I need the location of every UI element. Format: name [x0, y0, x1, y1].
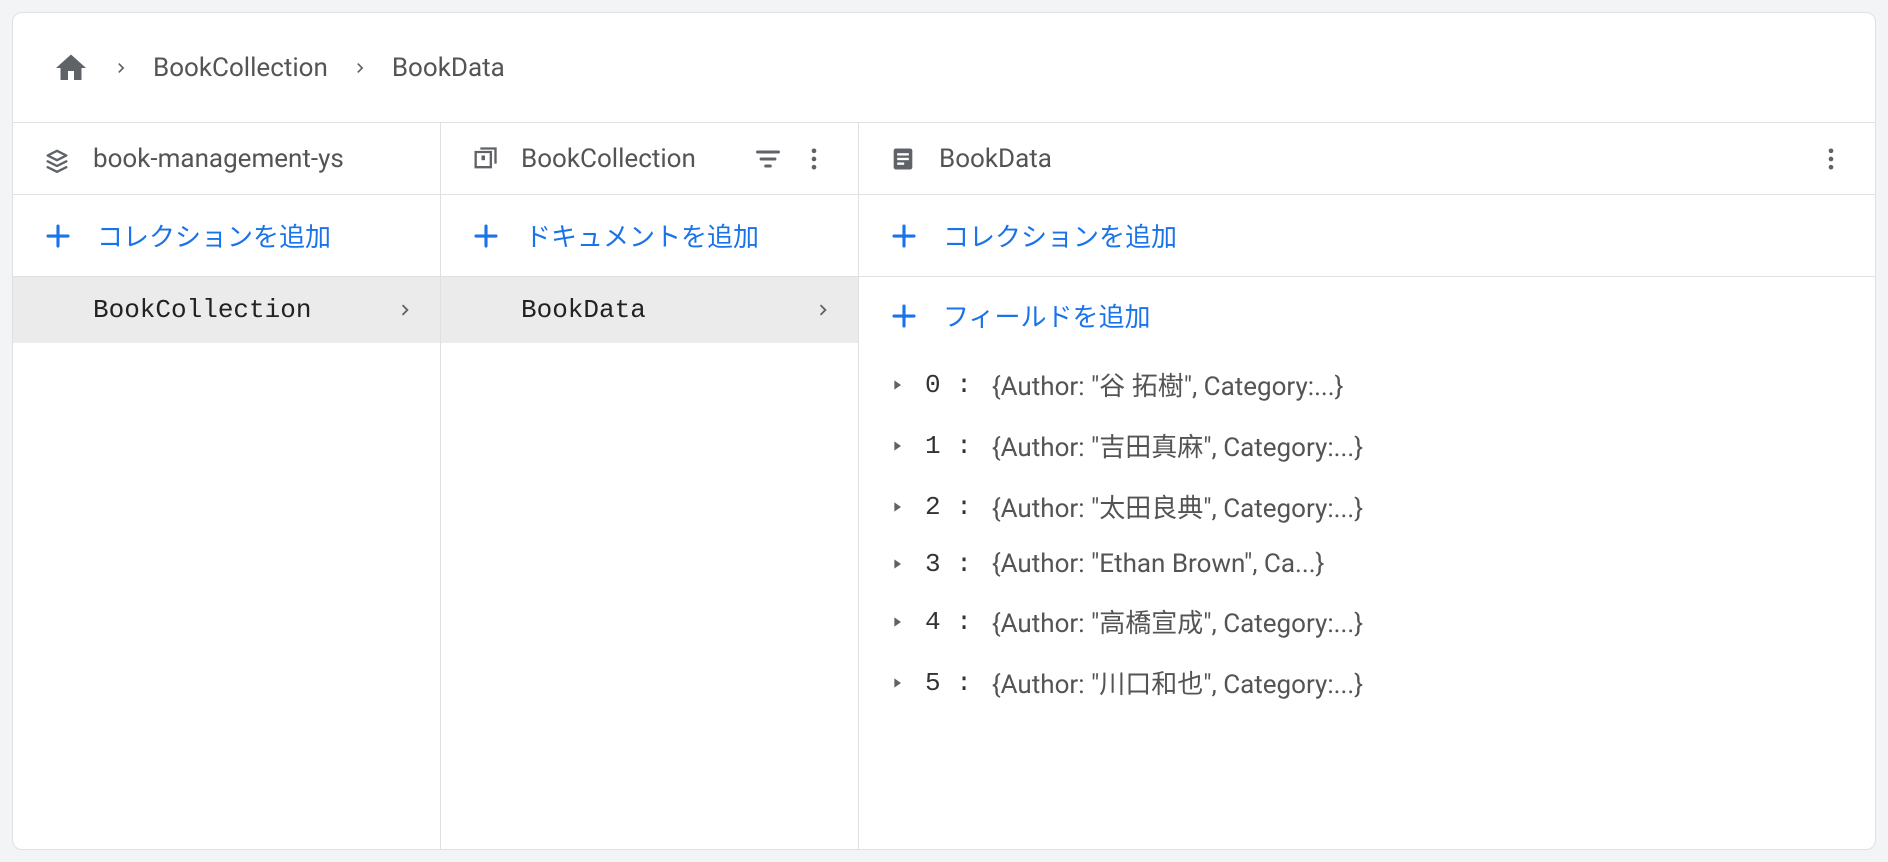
expand-triangle-icon[interactable] — [889, 438, 905, 454]
field-row[interactable]: 0 : {Author: "谷 拓樹", Category:...} — [859, 354, 1875, 415]
columns: コレクションを追加 BookCollection ドキュメントを追加 BookD… — [13, 195, 1875, 849]
collection-header: BookCollection — [441, 123, 859, 194]
collection-list-item[interactable]: BookCollection — [13, 277, 440, 343]
chevron-right-icon — [350, 58, 370, 78]
expand-triangle-icon[interactable] — [889, 377, 905, 393]
add-document-button[interactable]: ドキュメントを追加 — [441, 195, 858, 277]
field-row[interactable]: 4 : {Author: "高橋宣成", Category:...} — [859, 591, 1875, 652]
document-icon — [889, 145, 917, 173]
add-document-label: ドキュメントを追加 — [525, 217, 759, 254]
field-index: 1 : — [925, 431, 972, 461]
breadcrumb-collection[interactable]: BookCollection — [153, 53, 328, 83]
project-header: book-management-ys — [13, 123, 441, 194]
collection-icon — [471, 145, 499, 173]
document-list-item[interactable]: BookData — [441, 277, 858, 343]
document-title: BookData — [939, 144, 1795, 174]
field-row[interactable]: 1 : {Author: "吉田真麻", Category:...} — [859, 415, 1875, 476]
home-icon — [53, 50, 89, 86]
plus-icon — [43, 221, 73, 251]
breadcrumb-home[interactable] — [53, 50, 89, 86]
field-index: 3 : — [925, 549, 972, 579]
field-index: 2 : — [925, 492, 972, 522]
field-row[interactable]: 2 : {Author: "太田良典", Category:...} — [859, 476, 1875, 537]
chevron-right-icon — [812, 299, 834, 321]
breadcrumb: BookCollection BookData — [13, 13, 1875, 123]
field-preview: {Author: "Ethan Brown", Ca...} — [992, 549, 1325, 579]
field-row[interactable]: 5 : {Author: "川口和也", Category:...} — [859, 652, 1875, 713]
document-column: コレクションを追加 フィールドを追加 0 : {Author: "谷 拓樹", C… — [859, 195, 1875, 849]
expand-triangle-icon[interactable] — [889, 675, 905, 691]
add-field-button[interactable]: フィールドを追加 — [859, 277, 1875, 354]
expand-triangle-icon[interactable] — [889, 614, 905, 630]
collection-column: ドキュメントを追加 BookData — [441, 195, 859, 849]
plus-icon — [471, 221, 501, 251]
breadcrumb-document[interactable]: BookData — [392, 53, 505, 83]
field-index: 4 : — [925, 607, 972, 637]
field-preview: {Author: "高橋宣成", Category:...} — [992, 603, 1363, 640]
plus-icon — [889, 221, 919, 251]
add-collection-button[interactable]: コレクションを追加 — [13, 195, 440, 277]
more-vert-icon[interactable] — [800, 145, 828, 173]
add-collection-label: コレクションを追加 — [97, 217, 331, 254]
project-title: book-management-ys — [93, 144, 410, 174]
add-field-label: フィールドを追加 — [943, 297, 1150, 334]
collection-title: BookCollection — [521, 144, 732, 174]
plus-icon — [889, 301, 919, 331]
document-header: BookData — [859, 123, 1875, 194]
expand-triangle-icon[interactable] — [889, 499, 905, 515]
fields-list: 0 : {Author: "谷 拓樹", Category:...} 1 : {Aut… — [859, 354, 1875, 713]
column-headers: book-management-ys BookCollection BookDa… — [13, 123, 1875, 195]
filter-icon[interactable] — [754, 145, 782, 173]
chevron-right-icon — [394, 299, 416, 321]
collection-item-label: BookCollection — [93, 295, 382, 325]
chevron-right-icon — [111, 58, 131, 78]
expand-triangle-icon[interactable] — [889, 556, 905, 572]
field-preview: {Author: "川口和也", Category:...} — [992, 664, 1363, 701]
more-vert-icon[interactable] — [1817, 145, 1845, 173]
field-preview: {Author: "吉田真麻", Category:...} — [992, 427, 1363, 464]
field-index: 0 : — [925, 370, 972, 400]
add-subcollection-button[interactable]: コレクションを追加 — [859, 195, 1875, 277]
field-preview: {Author: "太田良典", Category:...} — [992, 488, 1363, 525]
project-column: コレクションを追加 BookCollection — [13, 195, 441, 849]
field-preview: {Author: "谷 拓樹", Category:...} — [992, 366, 1344, 403]
field-index: 5 : — [925, 668, 972, 698]
firestore-data-panel: BookCollection BookData book-management-… — [12, 12, 1876, 850]
document-item-label: BookData — [521, 295, 800, 325]
database-icon — [43, 145, 71, 173]
field-row[interactable]: 3 : {Author: "Ethan Brown", Ca...} — [859, 537, 1875, 591]
add-subcollection-label: コレクションを追加 — [943, 217, 1177, 254]
